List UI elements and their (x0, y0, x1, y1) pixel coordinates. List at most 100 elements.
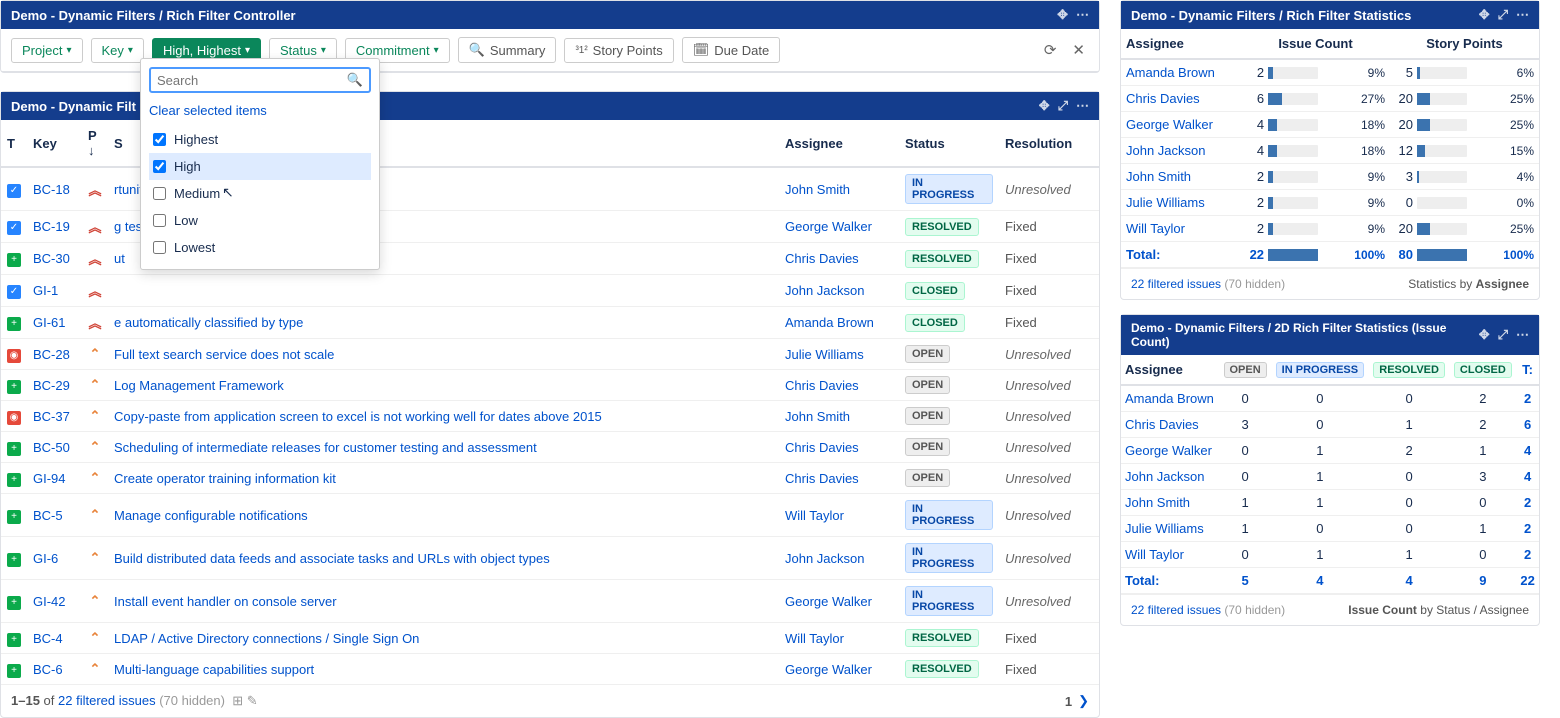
issue-summary[interactable]: Log Management Framework (114, 378, 284, 393)
table-row[interactable]: +GI-6⌃Build distributed data feeds and a… (1, 537, 1099, 580)
more-icon[interactable] (1076, 98, 1089, 114)
issue-key[interactable]: GI-42 (33, 594, 66, 609)
table-row[interactable]: +BC-50⌃Scheduling of intermediate releas… (1, 432, 1099, 463)
filter-key[interactable]: Key▾ (91, 38, 144, 63)
issue-summary[interactable]: ut (114, 251, 125, 266)
tool-summary[interactable]: 🔍Summary (458, 37, 557, 63)
issue-summary[interactable]: Install event handler on console server (114, 594, 337, 609)
issue-key[interactable]: BC-5 (33, 508, 63, 523)
assignee-link[interactable]: Julie Williams (1126, 195, 1205, 210)
priority-option[interactable]: High (149, 153, 371, 180)
assignee-link[interactable]: John Smith (785, 409, 850, 424)
table-row[interactable]: +BC-4⌃LDAP / Active Directory connection… (1, 623, 1099, 654)
assignee-link[interactable]: Julie Williams (1125, 521, 1204, 536)
expand-icon[interactable] (1058, 98, 1068, 114)
issue-summary[interactable]: Copy-paste from application screen to ex… (114, 409, 602, 424)
issue-key[interactable]: BC-19 (33, 219, 70, 234)
close-icon[interactable]: ✕ (1068, 41, 1089, 59)
tool-storypoints[interactable]: ³1²Story Points (564, 38, 673, 63)
priority-option[interactable]: Lowest (149, 234, 371, 261)
move-icon[interactable] (1479, 7, 1490, 23)
issue-summary[interactable]: LDAP / Active Directory connections / Si… (114, 631, 419, 646)
expand-icon[interactable] (1498, 7, 1508, 23)
assignee-link[interactable]: George Walker (785, 662, 872, 677)
issue-key[interactable]: BC-6 (33, 662, 63, 677)
issue-summary[interactable]: e automatically classified by type (114, 315, 303, 330)
assignee-link[interactable]: Chris Davies (785, 440, 859, 455)
assignee-link[interactable]: Amanda Brown (785, 315, 874, 330)
table-row[interactable]: +GI-61︽e automatically classified by typ… (1, 307, 1099, 339)
assignee-link[interactable]: George Walker (785, 594, 872, 609)
filtered-link[interactable]: 22 filtered issues (1131, 277, 1221, 291)
dropdown-search[interactable]: 🔍 (149, 67, 371, 93)
next-page[interactable]: ❯ (1078, 693, 1089, 709)
wand-icon[interactable]: ✎ (247, 693, 258, 708)
table-row[interactable]: +GI-42⌃Install event handler on console … (1, 580, 1099, 623)
issue-key[interactable]: BC-30 (33, 251, 70, 266)
more-icon[interactable] (1076, 7, 1089, 23)
issue-key[interactable]: BC-37 (33, 409, 70, 424)
assignee-link[interactable]: Amanda Brown (1125, 391, 1214, 406)
grid-icon[interactable]: ⊞ (232, 693, 243, 708)
issue-key[interactable]: BC-4 (33, 631, 63, 646)
assignee-link[interactable]: Chris Davies (1126, 91, 1200, 106)
move-icon[interactable] (1039, 98, 1050, 114)
col-priority[interactable]: P ↓ (82, 120, 108, 167)
table-row[interactable]: +BC-29⌃Log Management FrameworkChris Dav… (1, 370, 1099, 401)
col-assignee[interactable]: Assignee (779, 120, 899, 167)
table-row[interactable]: ◉BC-28⌃Full text search service does not… (1, 339, 1099, 370)
assignee-link[interactable]: Chris Davies (785, 378, 859, 393)
assignee-link[interactable]: John Smith (1126, 169, 1191, 184)
move-icon[interactable] (1057, 7, 1068, 23)
checkbox[interactable] (153, 187, 166, 200)
issue-summary[interactable]: Scheduling of intermediate releases for … (114, 440, 537, 455)
col-key[interactable]: Key (27, 120, 82, 167)
issue-summary[interactable]: Multi-language capabilities support (114, 662, 314, 677)
filtered-link[interactable]: 22 filtered issues (58, 693, 156, 708)
priority-option[interactable]: Medium (149, 180, 371, 207)
more-icon[interactable] (1516, 7, 1529, 23)
filter-project[interactable]: Project▾ (11, 38, 83, 63)
dropdown-search-input[interactable] (157, 73, 347, 88)
assignee-link[interactable]: George Walker (1125, 443, 1212, 458)
checkbox[interactable] (153, 160, 166, 173)
assignee-link[interactable]: John Smith (785, 182, 850, 197)
col-type[interactable]: T (1, 120, 27, 167)
priority-option[interactable]: Low (149, 207, 371, 234)
assignee-link[interactable]: Will Taylor (1126, 221, 1185, 236)
table-row[interactable]: ◉BC-37⌃Copy-paste from application scree… (1, 401, 1099, 432)
assignee-link[interactable]: John Jackson (785, 283, 865, 298)
checkbox[interactable] (153, 241, 166, 254)
priority-option[interactable]: Highest (149, 126, 371, 153)
assignee-link[interactable]: Julie Williams (785, 347, 864, 362)
assignee-link[interactable]: George Walker (1126, 117, 1213, 132)
issue-summary[interactable]: Manage configurable notifications (114, 508, 308, 523)
issue-key[interactable]: GI-94 (33, 471, 66, 486)
checkbox[interactable] (153, 214, 166, 227)
issue-summary[interactable]: Full text search service does not scale (114, 347, 334, 362)
assignee-link[interactable]: Amanda Brown (1126, 65, 1215, 80)
table-row[interactable]: ✓GI-1︽John JacksonCLOSEDFixed (1, 275, 1099, 307)
assignee-link[interactable]: John Jackson (785, 551, 865, 566)
assignee-link[interactable]: John Smith (1125, 495, 1190, 510)
issue-key[interactable]: BC-18 (33, 182, 70, 197)
issue-key[interactable]: GI-6 (33, 551, 58, 566)
issue-key[interactable]: GI-1 (33, 283, 58, 298)
assignee-link[interactable]: Will Taylor (785, 631, 844, 646)
expand-icon[interactable] (1498, 327, 1508, 343)
tool-duedate[interactable]: 🗓Due Date (682, 37, 780, 63)
issue-key[interactable]: BC-28 (33, 347, 70, 362)
col-status[interactable]: Status (899, 120, 999, 167)
clear-selected[interactable]: Clear selected items (149, 99, 267, 126)
assignee-link[interactable]: Chris Davies (1125, 417, 1199, 432)
table-row[interactable]: +GI-94⌃Create operator training informat… (1, 463, 1099, 494)
col-resolution[interactable]: Resolution (999, 120, 1099, 167)
checkbox[interactable] (153, 133, 166, 146)
table-row[interactable]: +BC-5⌃Manage configurable notificationsW… (1, 494, 1099, 537)
assignee-link[interactable]: John Jackson (1125, 469, 1205, 484)
issue-summary[interactable]: Build distributed data feeds and associa… (114, 551, 550, 566)
issue-summary[interactable]: Create operator training information kit (114, 471, 336, 486)
more-icon[interactable] (1516, 327, 1529, 343)
issue-key[interactable]: BC-29 (33, 378, 70, 393)
table-row[interactable]: +BC-6⌃Multi-language capabilities suppor… (1, 654, 1099, 685)
